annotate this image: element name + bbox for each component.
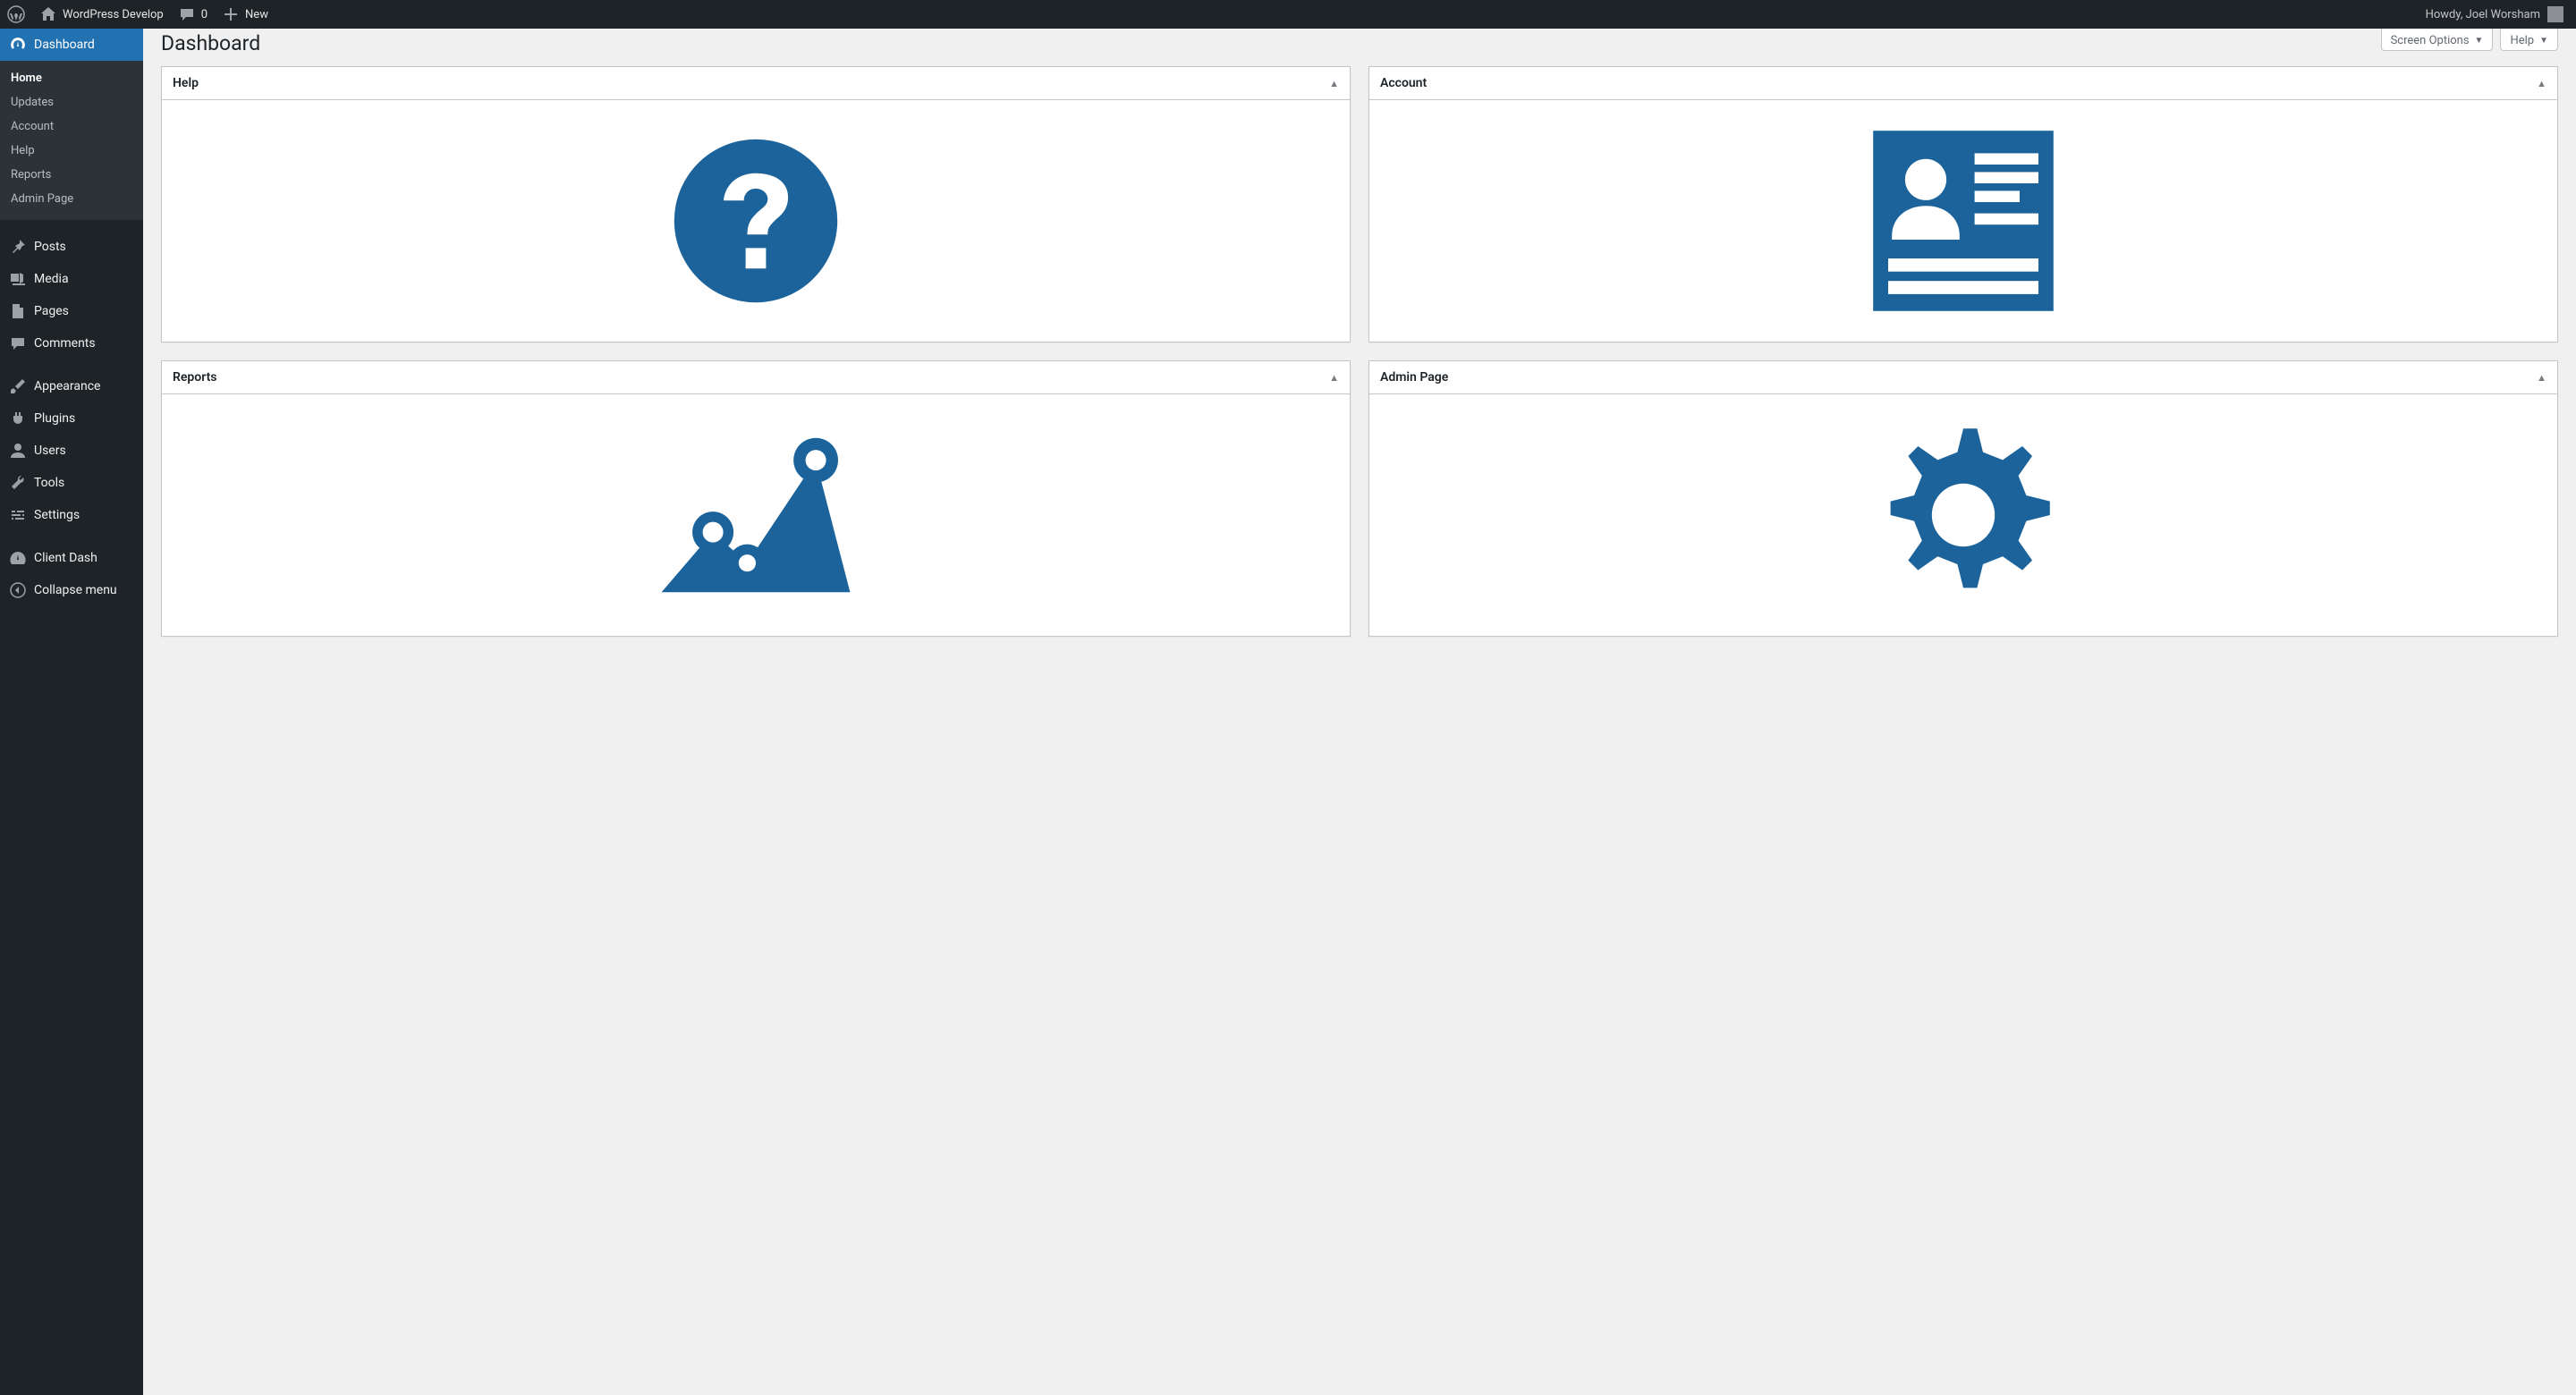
sidebar-item-label: Posts — [34, 240, 66, 254]
new-label: New — [245, 8, 268, 21]
sidebar-item-label: Plugins — [34, 411, 75, 426]
admin-sidebar: Dashboard Home Updates Account Help Repo… — [0, 29, 143, 1395]
sidebar-subitem-admin-page[interactable]: Admin Page — [0, 187, 143, 211]
sidebar-item-label: Appearance — [34, 379, 100, 393]
profile-card-icon — [1869, 127, 2057, 315]
plus-icon — [222, 5, 240, 23]
site-name-link[interactable]: WordPress Develop — [32, 0, 171, 29]
sidebar-collapse-button[interactable]: Collapse menu — [0, 574, 143, 606]
dashboard-icon — [9, 36, 27, 54]
sidebar-subitem-help[interactable]: Help — [0, 139, 143, 163]
chevron-down-icon: ▼ — [2475, 36, 2484, 46]
widget-title: Account — [1380, 76, 1427, 90]
page-icon — [9, 302, 27, 320]
sidebar-item-client-dash[interactable]: Client Dash — [0, 542, 143, 574]
avatar — [2547, 6, 2563, 22]
sidebar-item-users[interactable]: Users — [0, 435, 143, 467]
comments-count: 0 — [201, 8, 208, 21]
collapse-widget-icon[interactable]: ▲ — [2537, 78, 2546, 89]
widget-header[interactable]: Admin Page ▲ — [1369, 361, 2557, 394]
collapse-widget-icon[interactable]: ▲ — [1329, 78, 1339, 89]
user-icon — [9, 442, 27, 460]
sidebar-subitem-account[interactable]: Account — [0, 114, 143, 139]
sidebar-item-settings[interactable]: Settings — [0, 499, 143, 531]
sidebar-subitem-home[interactable]: Home — [0, 66, 143, 90]
widget-title: Admin Page — [1380, 370, 1448, 385]
sidebar-item-label: Settings — [34, 508, 80, 522]
comment-icon — [178, 5, 196, 23]
page-title: Dashboard — [143, 31, 2576, 66]
sidebar-item-dashboard[interactable]: Dashboard — [0, 29, 143, 61]
widget-header[interactable]: Help ▲ — [162, 67, 1350, 100]
widget-help: Help ▲ — [161, 66, 1351, 342]
question-icon — [671, 136, 841, 306]
help-label: Help — [2510, 34, 2534, 47]
collapse-widget-icon[interactable]: ▲ — [1329, 372, 1339, 384]
help-button[interactable]: Help ▼ — [2500, 29, 2558, 51]
wordpress-logo-menu[interactable] — [0, 0, 32, 29]
new-content-link[interactable]: New — [215, 0, 275, 29]
comments-link[interactable]: 0 — [171, 0, 215, 29]
user-greeting: Howdy, Joel Worsham — [2426, 8, 2540, 21]
widget-title: Help — [173, 76, 199, 90]
gear-icon — [1865, 417, 2062, 613]
sidebar-item-label: Dashboard — [34, 38, 95, 52]
media-icon — [9, 270, 27, 288]
site-name-label: WordPress Develop — [63, 8, 164, 21]
sidebar-item-label: Tools — [34, 476, 64, 490]
sidebar-subitem-updates[interactable]: Updates — [0, 90, 143, 114]
sidebar-item-label: Client Dash — [34, 551, 97, 565]
admin-toolbar: WordPress Develop 0 New Howdy, Joel Wors… — [0, 0, 2576, 29]
screen-options-button[interactable]: Screen Options ▼ — [2381, 29, 2494, 51]
sidebar-item-label: Pages — [34, 304, 69, 318]
chevron-down-icon: ▼ — [2539, 36, 2548, 46]
sidebar-item-posts[interactable]: Posts — [0, 231, 143, 263]
plug-icon — [9, 410, 27, 427]
sidebar-item-label: Users — [34, 444, 66, 458]
widget-header[interactable]: Account ▲ — [1369, 67, 2557, 100]
collapse-widget-icon[interactable]: ▲ — [2537, 372, 2546, 384]
sidebar-item-plugins[interactable]: Plugins — [0, 402, 143, 435]
wrench-icon — [9, 474, 27, 492]
collapse-icon — [9, 581, 27, 599]
sidebar-item-pages[interactable]: Pages — [0, 295, 143, 327]
sidebar-item-tools[interactable]: Tools — [0, 467, 143, 499]
gauge-icon — [9, 549, 27, 567]
sidebar-item-label: Collapse menu — [34, 583, 117, 597]
widget-header[interactable]: Reports ▲ — [162, 361, 1350, 394]
home-icon — [39, 5, 57, 23]
widget-admin-page: Admin Page ▲ — [1368, 360, 2558, 637]
user-account-menu[interactable]: Howdy, Joel Worsham — [2419, 0, 2571, 29]
comment-icon — [9, 334, 27, 352]
pin-icon — [9, 238, 27, 256]
sidebar-subitem-reports[interactable]: Reports — [0, 163, 143, 187]
widget-title: Reports — [173, 370, 217, 385]
screen-options-label: Screen Options — [2391, 34, 2470, 47]
widget-reports: Reports ▲ — [161, 360, 1351, 637]
sidebar-item-comments[interactable]: Comments — [0, 327, 143, 359]
sliders-icon — [9, 506, 27, 524]
chart-area-icon — [653, 421, 859, 609]
sidebar-item-media[interactable]: Media — [0, 263, 143, 295]
brush-icon — [9, 377, 27, 395]
sidebar-item-label: Media — [34, 272, 69, 286]
wordpress-icon — [7, 5, 25, 23]
widget-account: Account ▲ — [1368, 66, 2558, 342]
sidebar-submenu: Home Updates Account Help Reports Admin … — [0, 61, 143, 220]
sidebar-item-appearance[interactable]: Appearance — [0, 370, 143, 402]
sidebar-item-label: Comments — [34, 336, 96, 351]
